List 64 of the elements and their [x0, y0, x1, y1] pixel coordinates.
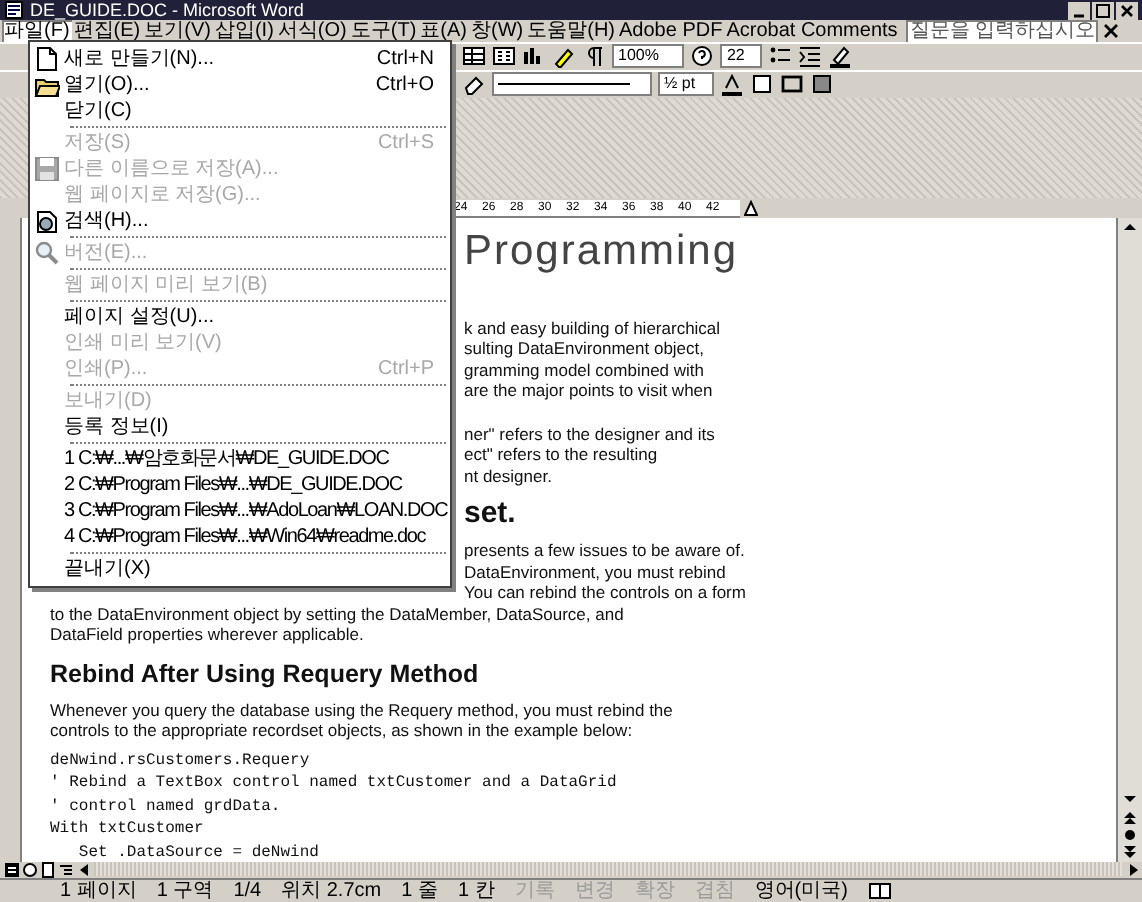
help-question-field[interactable]: 질문을 입력하십시오 [905, 19, 1098, 43]
menu-item[interactable]: 새로 만들기(N)... Ctrl+N [30, 46, 450, 72]
status-field: 기록 [514, 879, 555, 902]
menu-bar-item[interactable]: 보기(V) [142, 20, 213, 42]
status-field: 변경 [574, 879, 615, 902]
shortcut-label: Ctrl+S [377, 130, 436, 156]
menu-item[interactable]: 열기(O)... Ctrl+O [30, 72, 450, 98]
text-line: You can rebind the controls on a form [464, 582, 748, 604]
code-line: ' control named grdData. [50, 795, 283, 819]
text-line: presents a few issues to be aware of. [464, 540, 747, 562]
font-size-dropdown[interactable]: 22 [720, 44, 763, 69]
text-line: DataEnvironment, you must rebind [464, 561, 728, 583]
text-line: ect" refers to the resulting [464, 444, 660, 466]
menu-bar-item[interactable]: 창(W) [469, 20, 526, 42]
text-line: nt designer. [464, 465, 554, 487]
recent-file-item[interactable]: 2 C:₩Program Files₩...₩DE_GUIDE.DOC [30, 472, 450, 498]
text-line: sulting DataEnvironment object, [464, 338, 707, 360]
menu-item[interactable]: 등록 정보(I) [30, 414, 450, 440]
status-field: 1 칸 [457, 879, 495, 902]
status-field: 1 구역 [156, 879, 214, 902]
status-field: 겹침 [694, 879, 735, 902]
code-line: deNwind.rsCustomers.Requery [50, 749, 312, 773]
menu-bar-item[interactable]: 편집(E) [71, 20, 143, 42]
menu-bar-item[interactable]: 도구(T) [348, 20, 419, 42]
recent-file-item[interactable]: 1 C:₩...₩암호화문서₩DE_GUIDE.DOC [30, 446, 450, 472]
text-line: are the major points to visit when [464, 380, 715, 402]
line-weight-dropdown[interactable]: ½ pt [658, 72, 714, 97]
text-line: DataField properties wherever applicable. [50, 624, 366, 646]
recent-file-item[interactable]: 4 C:₩Program Files₩...₩Win64₩readme.doc [30, 524, 450, 550]
menu-bar-item[interactable]: 파일(F) [2, 20, 72, 42]
shortcut-label: Ctrl+N [376, 46, 436, 72]
status-field: 1 줄 [401, 879, 438, 902]
menu-item[interactable]: 닫기(C) [30, 98, 450, 124]
menu-bar-item[interactable]: 표(A) [418, 20, 469, 42]
menu-bar-item[interactable]: Acrobat Comments [724, 20, 900, 42]
menu-bar-item[interactable]: 서식(O) [275, 20, 349, 42]
status-field: 위치 2.7cm [281, 879, 382, 902]
text-line: to the DataEnvironment object by setting the DataMember, DataSource, and [50, 603, 626, 625]
shortcut-label: Ctrl+P [377, 356, 436, 382]
text-line: ner" refers to the designer and its [464, 423, 717, 445]
menu-item[interactable]: 페이지 설정(U)... [30, 304, 450, 330]
text-line: Whenever you query the database using the Requery method, you must rebind the [50, 699, 675, 721]
shortcut-label: Ctrl+O [375, 72, 436, 98]
section-heading: set. [464, 498, 518, 531]
menu-item[interactable]: 검색(H)... [30, 208, 450, 234]
status-field: 1/4 [233, 879, 262, 902]
menu-bar-item[interactable]: Adobe PDF [617, 20, 725, 42]
document-heading: Programming [464, 229, 741, 274]
menu-bar-item[interactable]: 삽입(I) [212, 20, 276, 42]
menu-item[interactable]: 끝내기(X) [30, 556, 450, 582]
status-field: 1 페이지 [60, 879, 137, 902]
text-line: controls to the appropriate recordset objects, as shown in the example below: [50, 720, 635, 742]
code-line: ' Rebind a TextBox control named txtCustomer and a DataGrid [50, 772, 619, 796]
recent-file-item[interactable]: 3 C:₩Program Files₩...₩AdoLoan₩LOAN.DOC [30, 498, 450, 524]
text-line: k and easy building of hierarchical [464, 317, 723, 339]
text-line: gramming model combined with [464, 359, 706, 381]
code-line: With txtCustomer [50, 818, 206, 842]
zoom-dropdown[interactable]: 100% [612, 44, 685, 69]
window-title: DE_GUIDE.DOC - Microsoft Word [30, 0, 306, 20]
section-heading: Rebind After Using Requery Method [50, 657, 481, 690]
status-field: 확장 [634, 879, 675, 902]
status-field: 영어(미국) [754, 879, 848, 902]
code-line: Set .DataSource = deNwind [76, 841, 321, 862]
menu-bar-item[interactable]: 도움말(H) [525, 20, 617, 42]
